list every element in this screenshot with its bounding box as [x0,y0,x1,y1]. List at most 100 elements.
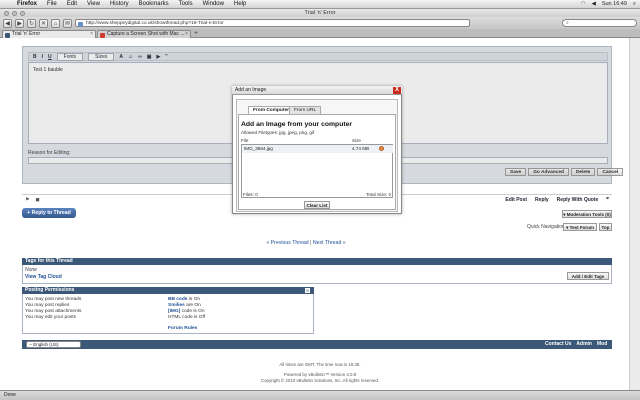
ip-icon[interactable]: ◼ [35,197,39,203]
menu-history[interactable]: History [105,1,134,7]
zoom-window-button[interactable] [20,10,25,16]
moderation-tools-button[interactable]: ▾ Moderation Tools (0) [562,210,612,218]
report-icon[interactable]: ⚑ [25,197,29,203]
menu-file[interactable]: File [42,1,62,7]
page-side-strip [629,38,640,390]
collapse-icon[interactable]: − [305,288,310,293]
menu-view[interactable]: View [82,1,105,7]
clear-list-button[interactable]: Clear List [304,201,330,209]
files-count: Files: 0 [243,191,258,197]
tab-close-icon[interactable]: × [185,31,188,38]
menu-edit[interactable]: Edit [62,1,82,7]
menu-firefox[interactable]: Firefox [12,1,42,7]
mod-link[interactable]: Mod [597,341,607,347]
img-code-value: code is On [180,309,205,314]
img-code-link[interactable]: [IMG] [168,309,180,314]
window-title: Trial 'n' Error [304,10,336,16]
tab-trial-n-error[interactable]: Trial 'n' Error × [2,30,96,38]
next-thread-link[interactable]: Next Thread » [313,240,346,246]
close-window-button[interactable] [4,10,9,16]
minimize-window-button[interactable] [12,10,17,16]
thread-navigation: « Previous Thread | Next Thread » [0,240,612,246]
footer-links: Contact Us Admin Mod Top [545,341,621,347]
total-size: Total Size: 0 [366,191,392,197]
edit-post-link[interactable]: Edit Post [505,197,527,203]
column-file: File [241,138,249,143]
permission-item: You may post new threads [25,297,82,302]
volume-icon[interactable]: ◀ [592,1,596,7]
previous-thread-link[interactable]: « Previous Thread [266,240,308,246]
bbcode-value: is On [187,297,200,302]
footer-bar [22,340,612,349]
permission-item: You may post attachments [25,309,82,314]
new-tab-icon[interactable]: + [192,30,200,38]
allowed-filetypes: Allowed Filetypes: jpg, jpeg, png, gif [241,130,315,135]
back-icon[interactable]: ◀ [3,18,12,28]
multiquote-icon[interactable]: ❞ [606,197,609,203]
tags-header: Tags for this Thread [22,258,612,265]
tab-label: Capture a Screen Shot with Mac ... [107,31,185,37]
language-select[interactable]: -- English (US) [26,340,81,348]
dialog-title: Add an Image [232,86,402,95]
status-text: Done [4,392,16,398]
smilies-value: are On [184,303,201,308]
wifi-icon[interactable]: ◠ [581,1,586,7]
bbcode-link[interactable]: BB code [168,297,187,302]
search-engine-icon: ⌕ [566,20,569,26]
menu-window[interactable]: Window [198,1,229,7]
bbcode-status: BB code is On [168,297,200,302]
smilies-link[interactable]: Smilies [168,303,185,308]
file-name: IMG_3564.jpg [244,146,273,151]
img-status: [IMG] code is On [168,309,205,314]
remove-file-icon[interactable] [379,146,384,151]
reply-link[interactable]: Reply [535,197,549,203]
posting-permissions-header: Posting Permissions [22,287,314,294]
permission-item: You may edit your posts [25,315,77,320]
url-text: http://www.sheppeydigital.co.uk/showthre… [86,21,224,26]
gmail-icon[interactable]: ✉ [63,18,72,28]
tab-bar: Trial 'n' Error × Capture a Screen Shot … [0,29,640,38]
dialog-close-button[interactable]: X [393,87,401,94]
spotlight-icon[interactable]: ⌕ [633,1,636,8]
clock[interactable]: Sun 16:49 [602,1,627,7]
browser-statusbar: Done [0,390,640,400]
quick-nav-top-button[interactable]: Top [599,223,612,231]
quick-nav-forum-button[interactable]: ▾ Test Forum [563,223,597,231]
tab-label: Trial 'n' Error [12,31,41,37]
menu-bookmarks[interactable]: Bookmarks [134,1,174,7]
tab-capture-screenshot[interactable]: Capture a Screen Shot with Mac ... × [97,30,191,38]
reload-icon[interactable]: ↻ [27,18,36,28]
forward-icon[interactable]: ▶ [15,18,24,28]
quick-navigation-label: Quick Navigation [527,224,565,230]
home-icon[interactable]: ⌂ [51,18,60,28]
reply-to-thread-button[interactable]: + Reply to Thread [22,208,76,218]
reply-with-quote-link[interactable]: Reply With Quote [557,197,599,203]
search-box[interactable]: ⌕ [562,19,637,27]
menu-help[interactable]: Help [229,1,251,7]
tab-favicon-icon [5,32,10,38]
permission-item: You may post replies [25,303,70,308]
smilies-status: Smilies are On [168,303,201,308]
contact-us-link[interactable]: Contact Us [545,341,571,347]
column-size: Size [352,138,361,143]
stop-icon[interactable]: ✕ [39,18,48,28]
upload-heading: Add an Image from your computer [241,121,353,128]
admin-link[interactable]: Admin [576,341,592,347]
view-tag-cloud-link[interactable]: View Tag Cloud [25,274,62,280]
mac-menubar: Firefox File Edit View History Bookmarks… [0,0,640,9]
window-titlebar: Trial 'n' Error [0,9,640,17]
forum-rules-link[interactable]: Forum Rules [168,326,197,331]
copyright-text: Copyright © 2010 vBulletin Solutions, In… [260,378,380,383]
timezone-text: All times are GMT. The time now is 16:35… [279,362,361,367]
tags-none-text: None [25,267,37,273]
html-status: HTML code is Off [168,315,206,320]
menu-tools[interactable]: Tools [174,1,198,7]
tab-from-computer[interactable]: From Computer [248,106,294,114]
top-link[interactable]: Top [612,341,621,347]
tab-from-url[interactable]: From URL [289,106,322,114]
site-favicon-icon [78,21,83,27]
tab-close-icon[interactable]: × [90,31,93,38]
add-edit-tags-button[interactable]: Add / Edit Tags [567,272,609,280]
url-bar[interactable]: http://www.sheppeydigital.co.uk/showthre… [75,19,470,27]
tab-favicon-icon [100,32,105,38]
